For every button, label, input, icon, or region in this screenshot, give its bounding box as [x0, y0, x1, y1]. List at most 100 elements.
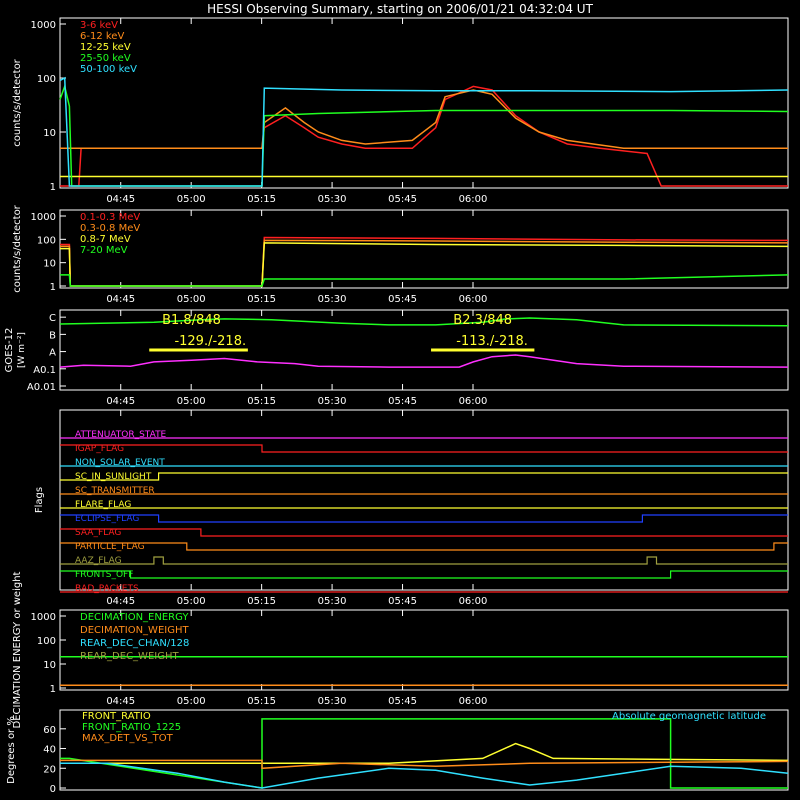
rate-panel-2-xtick-label: 06:00	[459, 294, 488, 305]
goes-panel-annotation: B1.8/848	[162, 313, 221, 328]
flags-panel-xtick-label: 05:30	[318, 596, 347, 607]
flags-panel-xtick-label: 05:15	[247, 596, 276, 607]
rate-panel-1-ylabel: counts/s/detector	[12, 58, 23, 146]
decimation-panel-xtick-label: 05:00	[177, 696, 206, 707]
rate-panel-2-xtick-label: 05:45	[388, 294, 417, 305]
goes-panel-ytick-label: C	[49, 313, 56, 324]
rate-panel-2-legend-item: 7-20 MeV	[80, 245, 128, 256]
flags-panel-flag-line	[60, 514, 788, 523]
plot-layer: 04:45 05:00 05:15 05:30 05:45 06:001000100101…	[4, 17, 789, 795]
flags-panel-flag-line	[60, 444, 788, 453]
goes-panel-annotation: -113./-218.	[456, 334, 528, 349]
decimation-panel-xtick-label: 05:15	[247, 696, 276, 707]
flags-panel-flag-label: SC_IN_SUNLIGHT	[75, 472, 152, 482]
rate-panel-1-xtick-label: 06:00	[459, 194, 488, 205]
rate-panel-1-legend-item: 6-12 keV	[80, 31, 124, 42]
decimation-panel-xtick-label: 04:45	[106, 696, 135, 707]
rate-panel-2-xtick-label: 04:45	[106, 294, 135, 305]
rate-panel-1-frame	[59, 17, 789, 189]
goes-panel-xtick-label: 04:45	[106, 396, 135, 407]
decimation-panel-ylabel: DECIMATION ENERGY or weight	[12, 571, 23, 728]
flags-panel-flag-label: SC_TRANSMITTER	[75, 486, 155, 496]
rate-panel-2-ytick-label: 1000	[31, 212, 56, 223]
flags-panel-flag-line	[60, 570, 788, 579]
rate-panel-2-ylabel: counts/s/detector	[12, 204, 23, 292]
flags-panel-flag-label: FRONTS_OFF	[75, 570, 133, 580]
ratio-panel-legend-item: MAX_DET_VS_TOT	[82, 733, 174, 744]
flags-panel-flag-line	[60, 472, 788, 481]
ratio-panel-series-Absolute geomagnetic latitude	[60, 762, 789, 789]
hessi-summary-chart: HESSI Observing Summary, starting on 200…	[4, 2, 789, 795]
flags-panel-flag-line	[60, 542, 788, 551]
flags-panel-flag-line	[60, 556, 788, 565]
ratio-panel-ytick-label: 0	[50, 784, 56, 795]
decimation-panel-legend-item: REAR_DEC_CHAN/128	[80, 638, 189, 649]
flags-panel-xtick-label: 05:00	[177, 596, 206, 607]
rate-panel-1-xtick-label: 04:45	[106, 194, 135, 205]
flags-panel-flag-label: IGAP_FLAG	[75, 444, 124, 454]
rate-panel-1-xtick-label: 05:15	[247, 194, 276, 205]
rate-panel-1-series-6-12 keV	[60, 89, 788, 150]
decimation-panel-xtick-label: 05:45	[388, 696, 417, 707]
rate-panel-2-ytick-label: 10	[43, 259, 56, 270]
rate-panel-1-legend-item: 25-50 keV	[80, 53, 131, 64]
rate-panel-1-series-25-50 keV	[59, 83, 789, 187]
rate-panel-2-legend-item: 0.1-0.3 MeV	[80, 212, 140, 223]
goes-panel-xtick-label: 06:00	[459, 396, 488, 407]
rate-panel-1-ytick-label: 1000	[31, 20, 56, 31]
rate-panel-2-legend-item: 0.3-0.8 MeV	[80, 223, 140, 234]
flags-panel-flag-label: ECLIPSE_FLAG	[75, 514, 139, 524]
rate-panel-2-ytick-label: 1	[50, 282, 56, 293]
goes-panel-ytick-label: A0.1	[33, 365, 56, 376]
decimation-panel-ytick-label: 100	[37, 636, 56, 647]
goes-panel-ylabel: GOES-12	[4, 328, 15, 373]
goes-panel-annotation: -129./-218.	[174, 334, 246, 349]
flags-panel-flag-label: AAZ_FLAG	[75, 556, 122, 566]
rate-panel-1-xtick-label: 05:30	[318, 194, 347, 205]
decimation-panel-legend-item: DECIMATION_WEIGHT	[80, 625, 189, 636]
decimation-panel-xtick-label: 05:30	[318, 696, 347, 707]
rate-panel-2-series-7-20 MeV	[60, 274, 789, 287]
goes-panel-xtick-label: 05:00	[177, 396, 206, 407]
rate-panel-1-legend-item: 12-25 keV	[80, 42, 131, 53]
rate-panel-1-legend-item: 3-6 keV	[80, 20, 118, 31]
ratio-panel-legend-item: FRONT_RATIO	[82, 711, 151, 722]
goes-panel-xtick-label: 05:45	[388, 396, 417, 407]
flags-panel-ylabel: Flags	[34, 487, 45, 513]
goes-panel-xtick-label: 05:15	[247, 396, 276, 407]
decimation-panel-legend-item: REAR_DEC_WEIGHT	[80, 651, 179, 662]
ratio-panel-ylabel: Degrees or %	[6, 716, 17, 784]
rate-panel-2-xtick-label: 05:00	[177, 294, 206, 305]
decimation-panel-ytick-label: 10	[43, 660, 56, 671]
ratio-panel-ytick-label: 40	[43, 745, 56, 756]
rate-panel-2-xtick-label: 05:15	[247, 294, 276, 305]
goes-panel-ylabel-units: [W m⁻²]	[17, 332, 27, 368]
rate-panel-1-ytick-label: 10	[43, 128, 56, 139]
chart-title: HESSI Observing Summary, starting on 200…	[207, 2, 593, 16]
rate-panel-2-xtick-label: 05:30	[318, 294, 347, 305]
flags-panel-flag-label: ATTENUATOR_STATE	[75, 430, 167, 440]
ratio-panel-ytick-label: 60	[43, 725, 56, 736]
rate-panel-2-frame	[59, 209, 789, 289]
decimation-panel-ytick-label: 1	[50, 684, 56, 695]
decimation-panel-ytick-label: 1000	[31, 612, 56, 623]
goes-panel-ytick-label: B	[49, 330, 56, 341]
goes-panel-xtick-label: 05:30	[318, 396, 347, 407]
rate-panel-1-ytick-label: 100	[37, 74, 56, 85]
ratio-panel-ytick-label: 20	[43, 764, 56, 775]
flags-panel-xtick-label: 05:45	[388, 596, 417, 607]
decimation-panel-legend-item: DECIMATION_ENERGY	[80, 612, 189, 623]
goes-panel-annotation: B2.3/848	[453, 313, 512, 328]
flags-panel-flag-line	[60, 528, 788, 537]
goes-panel-ytick-label: A	[49, 348, 56, 359]
rate-panel-1-ytick-label: 1	[50, 182, 56, 193]
flags-panel-flag-label: FLARE_FLAG	[75, 500, 131, 510]
rate-panel-1-legend-item: 50-100 keV	[80, 64, 137, 75]
flags-panel-flag-label: PARTICLE_FLAG	[75, 542, 145, 552]
flags-panel-xtick-label: 04:45	[106, 596, 135, 607]
goes-panel-series-short	[59, 354, 789, 368]
flags-panel-frame	[59, 409, 789, 591]
rate-panel-2-legend-item: 0.8-7 MeV	[80, 234, 131, 245]
flags-panel-flag-label: SAA_FLAG	[75, 528, 121, 538]
ratio-panel-legend-item: FRONT_RATIO_1225	[82, 722, 181, 733]
